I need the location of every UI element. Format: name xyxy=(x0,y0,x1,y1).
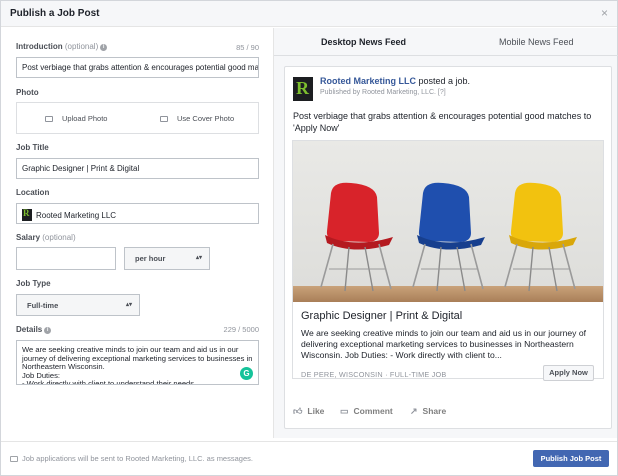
photo-label: Photo xyxy=(16,88,39,97)
published-by: Published by Rooted Marketing, LLC. [?] xyxy=(320,89,446,96)
attachment-job-title: Graphic Designer | Print & Digital xyxy=(301,310,463,322)
post-preview-card: R Rooted Marketing LLC posted a job. Pub… xyxy=(284,66,612,429)
message-icon xyxy=(10,456,18,462)
post-text: Post verbiage that grabs attention & enc… xyxy=(293,111,592,133)
publish-job-post-button[interactable]: Publish Job Post xyxy=(533,450,609,467)
close-icon[interactable]: × xyxy=(601,6,608,20)
preview-tabs: Desktop News Feed Mobile News Feed xyxy=(274,28,618,54)
post-header: Rooted Marketing LLC posted a job. xyxy=(320,76,471,86)
page-name-link[interactable]: Rooted Marketing LLC xyxy=(320,76,416,86)
thumbs-up-icon: 👍︎ xyxy=(293,406,303,416)
share-button[interactable]: ↗ Share xyxy=(410,406,446,417)
company-logo-icon xyxy=(22,208,32,221)
preview-pane: Desktop News Feed Mobile News Feed R Roo… xyxy=(273,28,618,438)
dialog-header: Publish a Job Post × xyxy=(1,1,617,27)
attachment-meta: DE PERE, WISCONSIN · FULL-TIME JOB xyxy=(301,370,447,379)
details-label: Details i xyxy=(16,325,52,334)
upload-photo-button[interactable]: Upload Photo xyxy=(45,114,107,123)
apply-now-button[interactable]: Apply Now xyxy=(543,365,594,381)
tab-mobile-news-feed[interactable]: Mobile News Feed xyxy=(499,37,574,47)
location-label: Location xyxy=(16,188,50,197)
grammarly-icon[interactable]: G xyxy=(240,367,253,380)
job-type-label: Job Type xyxy=(16,279,51,288)
salary-period-select[interactable]: per hour ▴▾ xyxy=(124,247,210,270)
tab-divider xyxy=(274,55,618,56)
dialog-title: Publish a Job Post xyxy=(10,8,100,19)
job-type-select[interactable]: Full-time ▴▾ xyxy=(16,294,140,316)
job-attachment[interactable]: Graphic Designer | Print & Digital We ar… xyxy=(292,140,604,381)
info-icon[interactable]: i xyxy=(44,327,52,334)
comment-button[interactable]: ▭ Comment xyxy=(340,406,393,417)
like-button[interactable]: 👍︎ Like xyxy=(293,406,324,417)
job-title-label: Job Title xyxy=(16,143,49,152)
image-icon xyxy=(160,116,168,122)
intro-input[interactable]: Post verbiage that grabs attention & enc… xyxy=(16,57,259,78)
share-icon: ↗ xyxy=(410,406,418,416)
photo-box: Upload Photo Use Cover Photo xyxy=(16,102,259,134)
page-avatar: R xyxy=(293,77,313,101)
dialog-footer: Job applications will be sent to Rooted … xyxy=(1,441,617,475)
location-input[interactable]: Rooted Marketing LLC xyxy=(16,203,259,224)
salary-input[interactable] xyxy=(16,247,116,270)
use-cover-photo-button[interactable]: Use Cover Photo xyxy=(160,114,234,123)
details-textarea[interactable]: We are seeking creative minds to join ou… xyxy=(16,340,259,385)
publish-job-dialog: Publish a Job Post × Introduction (optio… xyxy=(0,0,618,476)
camera-icon xyxy=(45,116,53,122)
details-char-count: 229 / 5000 xyxy=(223,325,259,334)
intro-char-count: 85 / 90 xyxy=(236,43,259,52)
attachment-job-description: We are seeking creative minds to join ou… xyxy=(301,328,587,360)
comment-icon: ▭ xyxy=(340,406,349,416)
job-form: Introduction (optional) i 85 / 90 Post ve… xyxy=(1,28,273,438)
select-arrows-icon: ▴▾ xyxy=(195,255,202,261)
info-icon[interactable]: i xyxy=(100,44,108,51)
job-photo xyxy=(293,141,603,302)
select-arrows-icon: ▴▾ xyxy=(125,302,132,308)
footer-note: Job applications will be sent to Rooted … xyxy=(10,454,253,463)
job-title-input[interactable]: Graphic Designer | Print & Digital xyxy=(16,158,259,179)
tab-desktop-news-feed[interactable]: Desktop News Feed xyxy=(321,37,406,47)
salary-label: Salary (optional) xyxy=(16,233,76,242)
intro-label: Introduction (optional) i xyxy=(16,42,108,51)
